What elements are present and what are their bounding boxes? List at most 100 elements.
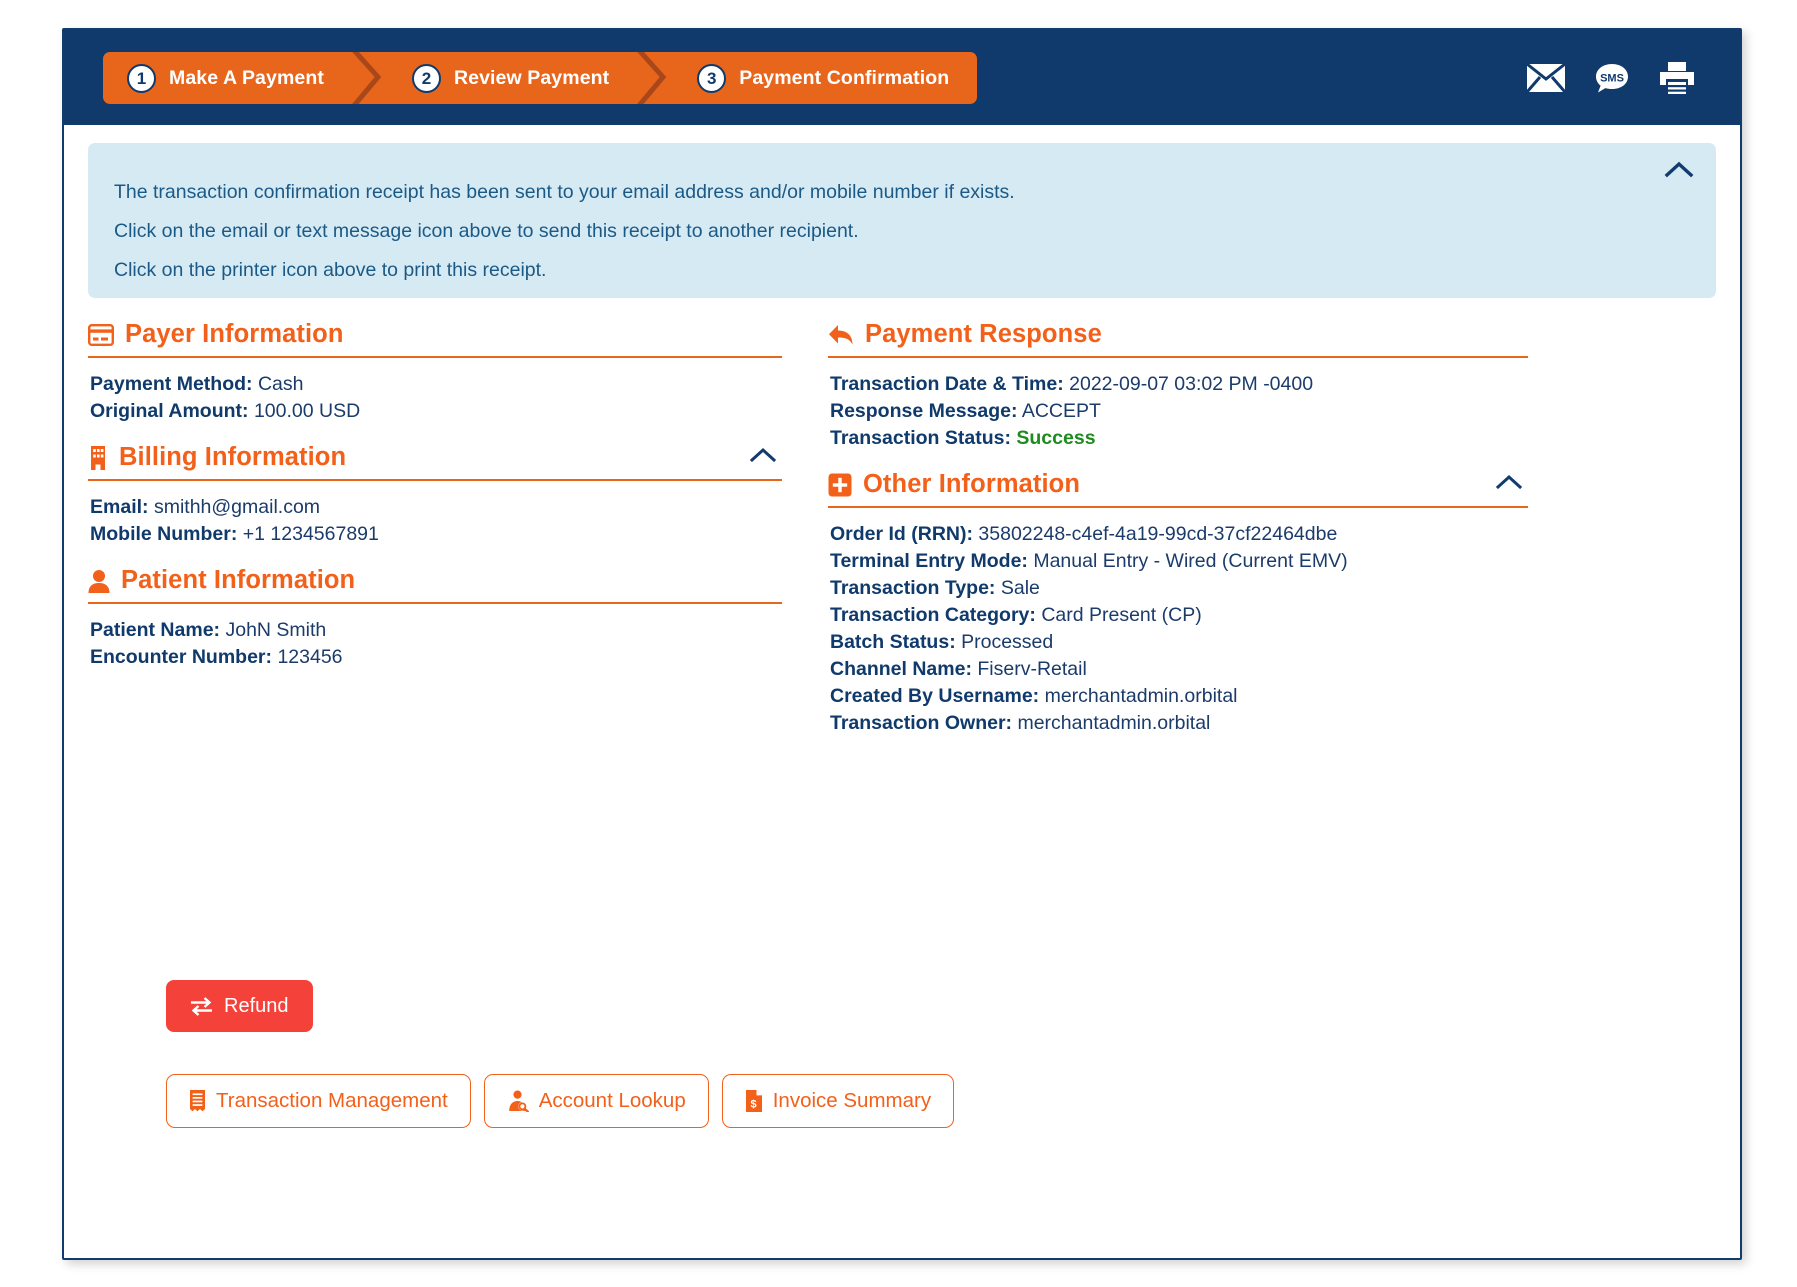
field-value: Manual Entry - Wired (Current EMV) bbox=[1033, 550, 1347, 572]
chevron-up-icon[interactable] bbox=[1494, 470, 1524, 496]
field-value: ACCEPT bbox=[1022, 400, 1101, 422]
field-transaction-owner: Transaction Owner: merchantadmin.orbital bbox=[828, 710, 1528, 737]
field-label: Mobile Number: bbox=[90, 523, 237, 545]
svg-text:SMS: SMS bbox=[1600, 72, 1624, 84]
section-payment-response: Payment Response Transaction Date & Time… bbox=[828, 320, 1528, 470]
field-transaction-category: Transaction Category: Card Present (CP) bbox=[828, 602, 1528, 629]
page-root: 1 Make A Payment 2 Review Payment bbox=[0, 0, 1797, 1287]
field-value: merchantadmin.orbital bbox=[1017, 712, 1210, 734]
field-label: Encounter Number: bbox=[90, 646, 272, 668]
receipt-icon bbox=[189, 1090, 206, 1112]
action-button-area: Refund Transacti bbox=[88, 980, 1716, 1128]
field-value: Fiserv-Retail bbox=[977, 658, 1086, 680]
invoice-summary-button[interactable]: $ Invoice Summary bbox=[722, 1074, 954, 1128]
field-original-amount: Original Amount: 100.00 USD bbox=[88, 398, 782, 425]
section-title: Billing Information bbox=[119, 443, 346, 472]
field-transaction-date-time: Transaction Date & Time: 2022-09-07 03:0… bbox=[828, 371, 1528, 398]
field-mobile-number: Mobile Number: +1 1234567891 bbox=[88, 521, 782, 548]
section-header: Billing Information bbox=[88, 443, 782, 481]
section-payer-information: Payer Information Payment Method: Cash O… bbox=[88, 320, 782, 443]
field-response-message: Response Message: ACCEPT bbox=[828, 398, 1528, 425]
chevron-up-icon[interactable] bbox=[748, 443, 778, 469]
secondary-links: Transaction Management A bbox=[166, 1074, 1716, 1128]
field-value: 2022-09-07 03:02 PM -0400 bbox=[1069, 373, 1313, 395]
field-value: +1 1234567891 bbox=[243, 523, 379, 545]
section-header: Payment Response bbox=[828, 320, 1528, 358]
right-column: Payment Response Transaction Date & Time… bbox=[828, 320, 1528, 755]
app-header: 1 Make A Payment 2 Review Payment bbox=[64, 30, 1740, 125]
section-header: Patient Information bbox=[88, 566, 782, 604]
field-label: Batch Status: bbox=[830, 631, 956, 653]
refund-button-label: Refund bbox=[224, 995, 289, 1018]
section-body: Email: smithh@gmail.com Mobile Number: +… bbox=[88, 481, 782, 566]
step-number: 2 bbox=[412, 64, 441, 93]
section-header: Payer Information bbox=[88, 320, 782, 358]
step-make-a-payment[interactable]: 1 Make A Payment bbox=[103, 52, 352, 104]
field-terminal-entry-mode: Terminal Entry Mode: Manual Entry - Wire… bbox=[828, 548, 1528, 575]
payment-confirmation-card: 1 Make A Payment 2 Review Payment bbox=[62, 28, 1742, 1260]
field-label: Email: bbox=[90, 496, 149, 518]
plus-square-icon bbox=[828, 473, 852, 497]
step-number: 3 bbox=[697, 64, 726, 93]
field-created-by-username: Created By Username: merchantadmin.orbit… bbox=[828, 683, 1528, 710]
section-title: Payer Information bbox=[125, 320, 344, 349]
field-batch-status: Batch Status: Processed bbox=[828, 629, 1528, 656]
section-body: Patient Name: JohN Smith Encounter Numbe… bbox=[88, 604, 782, 689]
field-payment-method: Payment Method: Cash bbox=[88, 371, 782, 398]
field-label: Response Message: bbox=[830, 400, 1018, 422]
status-badge: Success bbox=[1016, 427, 1095, 449]
field-value: 35802248-c4ef-4a19-99cd-37cf22464dbe bbox=[978, 523, 1337, 545]
field-patient-name: Patient Name: JohN Smith bbox=[88, 617, 782, 644]
button-label: Invoice Summary bbox=[773, 1089, 931, 1113]
step-payment-confirmation[interactable]: 3 Payment Confirmation bbox=[675, 52, 977, 104]
email-icon[interactable] bbox=[1526, 63, 1566, 93]
section-billing-information: Billing Information Email: smithh@gmail.… bbox=[88, 443, 782, 566]
field-label: Original Amount: bbox=[90, 400, 249, 422]
left-column: Payer Information Payment Method: Cash O… bbox=[88, 320, 782, 755]
refund-button[interactable]: Refund bbox=[166, 980, 313, 1032]
account-lookup-button[interactable]: Account Lookup bbox=[484, 1074, 709, 1128]
field-value: Processed bbox=[961, 631, 1053, 653]
section-title: Patient Information bbox=[121, 566, 355, 595]
step-number: 1 bbox=[127, 64, 156, 93]
header-action-icons: SMS bbox=[1526, 30, 1696, 125]
person-icon bbox=[88, 569, 110, 593]
step-label: Review Payment bbox=[454, 67, 609, 90]
field-channel-name: Channel Name: Fiserv-Retail bbox=[828, 656, 1528, 683]
section-body: Order Id (RRN): 35802248-c4ef-4a19-99cd-… bbox=[828, 508, 1528, 755]
step-separator-icon bbox=[637, 52, 675, 104]
section-title: Payment Response bbox=[865, 320, 1102, 349]
confirmation-info-banner: The transaction confirmation receipt has… bbox=[88, 143, 1716, 298]
transaction-management-button[interactable]: Transaction Management bbox=[166, 1074, 471, 1128]
section-body: Transaction Date & Time: 2022-09-07 03:0… bbox=[828, 358, 1528, 470]
print-icon[interactable] bbox=[1658, 61, 1696, 95]
field-label: Terminal Entry Mode: bbox=[830, 550, 1028, 572]
user-search-icon bbox=[507, 1090, 529, 1112]
building-icon bbox=[88, 446, 108, 470]
invoice-dollar-icon: $ bbox=[745, 1090, 763, 1112]
field-value: 123456 bbox=[277, 646, 342, 668]
field-label: Transaction Owner: bbox=[830, 712, 1012, 734]
field-transaction-status: Transaction Status: Success bbox=[828, 425, 1528, 452]
field-encounter-number: Encounter Number: 123456 bbox=[88, 644, 782, 671]
banner-line-3: Click on the printer icon above to print… bbox=[114, 251, 1676, 290]
banner-line-2: Click on the email or text message icon … bbox=[114, 212, 1676, 251]
chevron-up-icon[interactable] bbox=[1662, 155, 1696, 185]
reply-arrow-icon bbox=[828, 324, 854, 346]
section-patient-information: Patient Information Patient Name: JohN S… bbox=[88, 566, 782, 689]
field-value: Sale bbox=[1001, 577, 1040, 599]
step-label: Make A Payment bbox=[169, 67, 324, 90]
section-header: Other Information bbox=[828, 470, 1528, 508]
field-transaction-type: Transaction Type: Sale bbox=[828, 575, 1528, 602]
field-value: 100.00 USD bbox=[254, 400, 360, 422]
page-body: The transaction confirmation receipt has… bbox=[64, 125, 1740, 1258]
button-label: Transaction Management bbox=[216, 1089, 448, 1113]
section-title: Other Information bbox=[863, 470, 1080, 499]
field-label: Order Id (RRN): bbox=[830, 523, 973, 545]
progress-stepper: 1 Make A Payment 2 Review Payment bbox=[103, 52, 977, 104]
field-email: Email: smithh@gmail.com bbox=[88, 494, 782, 521]
field-label: Transaction Date & Time: bbox=[830, 373, 1064, 395]
sms-icon[interactable]: SMS bbox=[1594, 62, 1630, 94]
step-review-payment[interactable]: 2 Review Payment bbox=[390, 52, 637, 104]
section-body: Payment Method: Cash Original Amount: 10… bbox=[88, 358, 782, 443]
